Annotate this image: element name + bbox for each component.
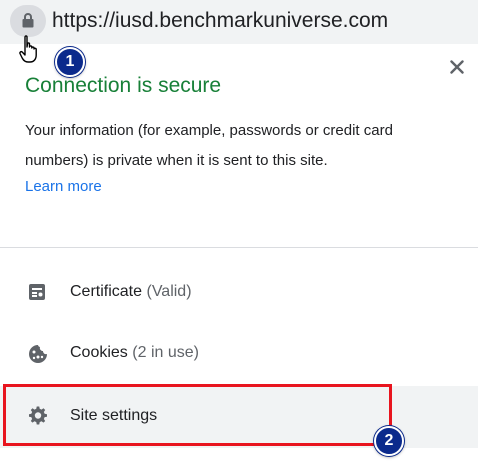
certificate-status: (Valid) xyxy=(146,283,192,300)
learn-more-link[interactable]: Learn more xyxy=(25,178,102,195)
cookie-icon xyxy=(29,345,47,363)
certificate-label: Certificate (Valid) xyxy=(70,283,192,300)
close-button[interactable] xyxy=(446,60,468,82)
divider xyxy=(0,247,478,248)
certificate-icon xyxy=(29,284,45,300)
address-bar: https://iusd.benchmarkuniverse.com xyxy=(0,0,478,44)
step-2-badge: 2 xyxy=(374,426,404,456)
cookies-count: (2 in use) xyxy=(132,344,199,361)
security-info-text: Your information (for example, passwords… xyxy=(25,122,393,169)
cookies-row[interactable]: Cookies (2 in use) xyxy=(0,329,478,379)
step-1-badge: 1 xyxy=(55,47,85,77)
connection-status-title: Connection is secure xyxy=(25,74,222,97)
cookies-label: Cookies (2 in use) xyxy=(70,344,199,361)
certificate-row[interactable]: Certificate (Valid) xyxy=(0,268,478,318)
site-settings-label: Site settings xyxy=(70,407,158,424)
gear-icon xyxy=(28,406,47,425)
site-info-button[interactable] xyxy=(10,5,46,37)
lock-icon xyxy=(22,13,34,28)
url-text[interactable]: https://iusd.benchmarkuniverse.com xyxy=(52,9,388,33)
site-settings-row[interactable]: Site settings xyxy=(0,386,478,448)
hand-cursor-icon xyxy=(19,35,37,63)
close-icon xyxy=(450,60,464,74)
